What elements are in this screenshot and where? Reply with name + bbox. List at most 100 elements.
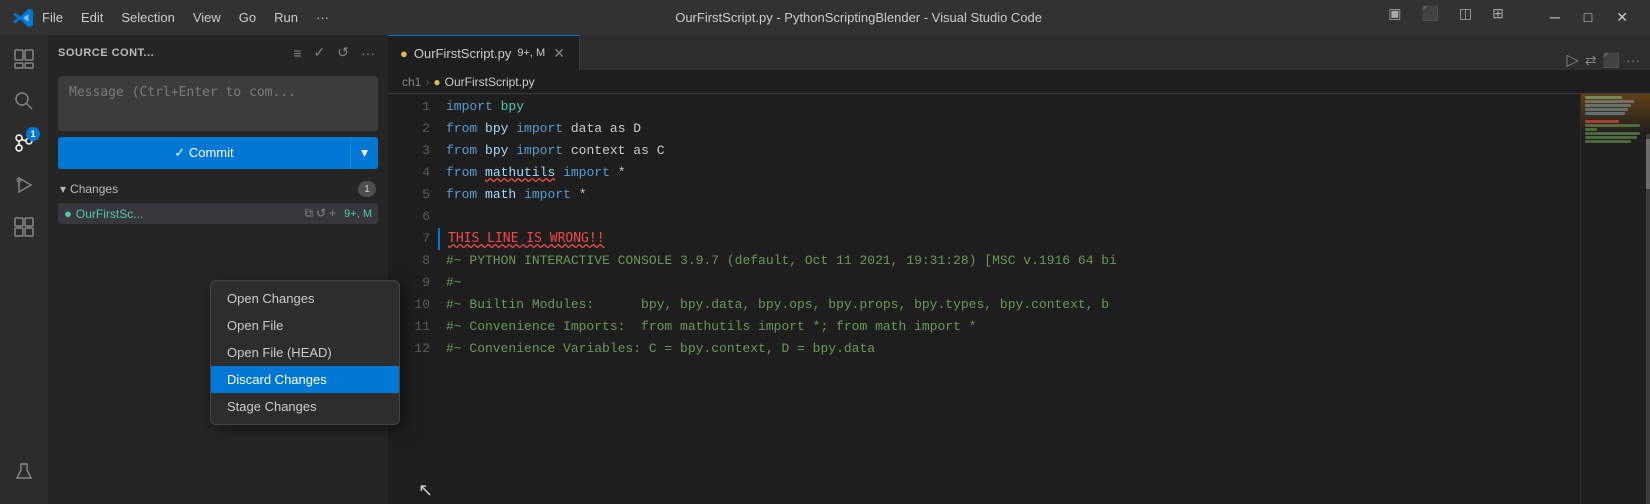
- menu-view[interactable]: View: [185, 6, 229, 29]
- titlebar-menu: File Edit Selection View Go Run ···: [34, 6, 337, 29]
- menu-more[interactable]: ···: [308, 6, 337, 29]
- toggle-sidebar-icon[interactable]: ⬛: [1603, 52, 1620, 69]
- context-stage-changes[interactable]: Stage Changes: [211, 393, 399, 420]
- kw-import-5: import: [524, 184, 571, 206]
- source-control-activity-icon[interactable]: 1: [4, 123, 44, 163]
- menu-go[interactable]: Go: [231, 6, 264, 29]
- code-line-5: from math import *: [438, 184, 1580, 206]
- commit-dropdown-button[interactable]: ▾: [350, 137, 378, 169]
- id-bpy-2: bpy: [485, 118, 508, 140]
- context-discard-changes[interactable]: Discard Changes: [211, 366, 399, 393]
- vscode-logo-icon: [12, 7, 34, 29]
- undo-icon[interactable]: ↺: [316, 206, 326, 221]
- source-panel: SOURCE CONT... ≡ ✓ ↺ ··· ✓ Commit ▾ ▾ Ch…: [48, 35, 388, 504]
- cm-line-10: #~ Builtin Modules: bpy, bpy.data, bpy.o…: [446, 294, 1109, 316]
- titlebar-controls: ▣ ⬛ ◫ ⊞ ─ □ ✕: [1380, 5, 1638, 30]
- tab-actions: ▷ ⇄ ⬛ ···: [1557, 50, 1650, 70]
- cm-line-9: #~: [446, 272, 462, 294]
- wrong-line-text: THIS LINE IS WRONG!!: [448, 228, 605, 250]
- cm-line-12: #~ Convenience Variables: C = bpy.contex…: [446, 338, 875, 360]
- more-actions-icon[interactable]: ···: [1626, 52, 1640, 68]
- panel-more-icon[interactable]: ···: [358, 42, 378, 64]
- layout-toggle-3[interactable]: ◫: [1451, 5, 1480, 30]
- editor-tab[interactable]: ● OurFirstScript.py 9+, M ✕: [388, 35, 580, 70]
- menu-edit[interactable]: Edit: [73, 6, 111, 29]
- minimap-scrollbar-thumb: [1646, 139, 1650, 189]
- titlebar-title: OurFirstScript.py - PythonScriptingBlend…: [337, 10, 1380, 25]
- changes-count: 1: [358, 181, 376, 197]
- menu-run[interactable]: Run: [266, 6, 306, 29]
- commit-message-input[interactable]: [58, 76, 378, 131]
- breadcrumb-ch1[interactable]: ch1: [402, 75, 421, 89]
- breadcrumb: ch1 › ● OurFirstScript.py: [388, 70, 1650, 94]
- context-open-changes[interactable]: Open Changes: [211, 285, 399, 312]
- layout-toggle-1[interactable]: ▣: [1380, 5, 1409, 30]
- commit-row: ✓ Commit ▾: [58, 137, 378, 169]
- copy-icon[interactable]: ⧉: [305, 206, 314, 221]
- panel-menu-icon[interactable]: ≡: [290, 42, 304, 64]
- flask-activity-icon[interactable]: [4, 452, 44, 492]
- kw-import-4: import: [563, 162, 610, 184]
- breadcrumb-sep-1: ›: [425, 75, 429, 89]
- changed-file-item[interactable]: ● OurFirstSc... ⧉ ↺ + 9+, M: [58, 203, 378, 224]
- minimap: [1580, 94, 1650, 504]
- activity-bar: 1: [0, 35, 48, 504]
- menu-file[interactable]: File: [34, 6, 71, 29]
- breadcrumb-file-icon: ●: [433, 75, 440, 89]
- tab-file-icon: ●: [400, 46, 408, 61]
- menu-selection[interactable]: Selection: [113, 6, 182, 29]
- source-control-badge: 1: [26, 127, 40, 141]
- breadcrumb-filename[interactable]: OurFirstScript.py: [445, 75, 535, 89]
- file-name: OurFirstSc...: [76, 207, 301, 221]
- explorer-activity-icon[interactable]: [4, 39, 44, 79]
- layout-toggle-4[interactable]: ⊞: [1484, 5, 1512, 30]
- commit-button[interactable]: ✓ Commit: [58, 137, 350, 169]
- run-activity-icon[interactable]: [4, 165, 44, 205]
- minimize-button[interactable]: ─: [1540, 5, 1570, 30]
- run-file-icon[interactable]: ▷: [1567, 50, 1579, 70]
- panel-header: SOURCE CONT... ≡ ✓ ↺ ···: [48, 35, 388, 70]
- panel-refresh-icon[interactable]: ↺: [334, 41, 352, 64]
- plain-context-3: context as C: [571, 140, 665, 162]
- context-open-file[interactable]: Open File: [211, 312, 399, 339]
- code-line-12: #~ Convenience Variables: C = bpy.contex…: [438, 338, 1580, 360]
- cm-line-11: #~ Convenience Imports: from mathutils i…: [446, 316, 977, 338]
- cm-line-8: #~ PYTHON INTERACTIVE CONSOLE 3.9.7 (def…: [446, 250, 1117, 272]
- changes-header[interactable]: ▾ Changes 1: [58, 177, 378, 201]
- code-line-2: from bpy import data as D: [438, 118, 1580, 140]
- minimap-scrollbar-track: [1646, 134, 1650, 504]
- maximize-button[interactable]: □: [1574, 5, 1602, 30]
- kw-from-2: from: [446, 118, 477, 140]
- close-button[interactable]: ✕: [1606, 5, 1638, 30]
- context-menu: Open Changes Open File Open File (HEAD) …: [210, 280, 400, 425]
- tab-badge: 9+, M: [517, 47, 545, 59]
- kw-import-2: import: [516, 118, 563, 140]
- tab-close-button[interactable]: ✕: [551, 45, 567, 62]
- kw-import-1: import: [446, 96, 493, 118]
- code-line-8: #~ PYTHON INTERACTIVE CONSOLE 3.9.7 (def…: [438, 250, 1580, 272]
- split-editor-icon[interactable]: ⇄: [1585, 52, 1597, 69]
- chevron-down-icon: ▾: [60, 182, 66, 196]
- code-line-11: #~ Convenience Imports: from mathutils i…: [438, 316, 1580, 338]
- code-content: import bpy from bpy import data as D fro…: [438, 94, 1580, 504]
- minimap-highlight: [1581, 94, 1650, 134]
- extensions-activity-icon[interactable]: [4, 207, 44, 247]
- panel-check-icon[interactable]: ✓: [311, 41, 329, 64]
- code-line-10: #~ Builtin Modules: bpy, bpy.data, bpy.o…: [438, 294, 1580, 316]
- changes-label: Changes: [70, 182, 358, 196]
- changes-section: ▾ Changes 1 ● OurFirstSc... ⧉ ↺ + 9+, M: [48, 177, 388, 224]
- id-bpy-1: bpy: [501, 96, 524, 118]
- context-open-file-head[interactable]: Open File (HEAD): [211, 339, 399, 366]
- search-activity-icon[interactable]: [4, 81, 44, 121]
- code-line-7: THIS LINE IS WRONG!!: [438, 228, 1580, 250]
- code-line-3: from bpy import context as C: [438, 140, 1580, 162]
- kw-from-5: from: [446, 184, 477, 206]
- plain-star-5: *: [579, 184, 587, 206]
- plus-icon[interactable]: +: [329, 206, 336, 221]
- id-bpy-3: bpy: [485, 140, 508, 162]
- titlebar: File Edit Selection View Go Run ··· OurF…: [0, 0, 1650, 35]
- code-editor: 1 2 3 4 5 6 7 8 9 10 11 12 import bpy: [388, 94, 1650, 504]
- kw-from-3: from: [446, 140, 477, 162]
- code-line-1: import bpy: [438, 96, 1580, 118]
- layout-toggle-2[interactable]: ⬛: [1413, 5, 1446, 30]
